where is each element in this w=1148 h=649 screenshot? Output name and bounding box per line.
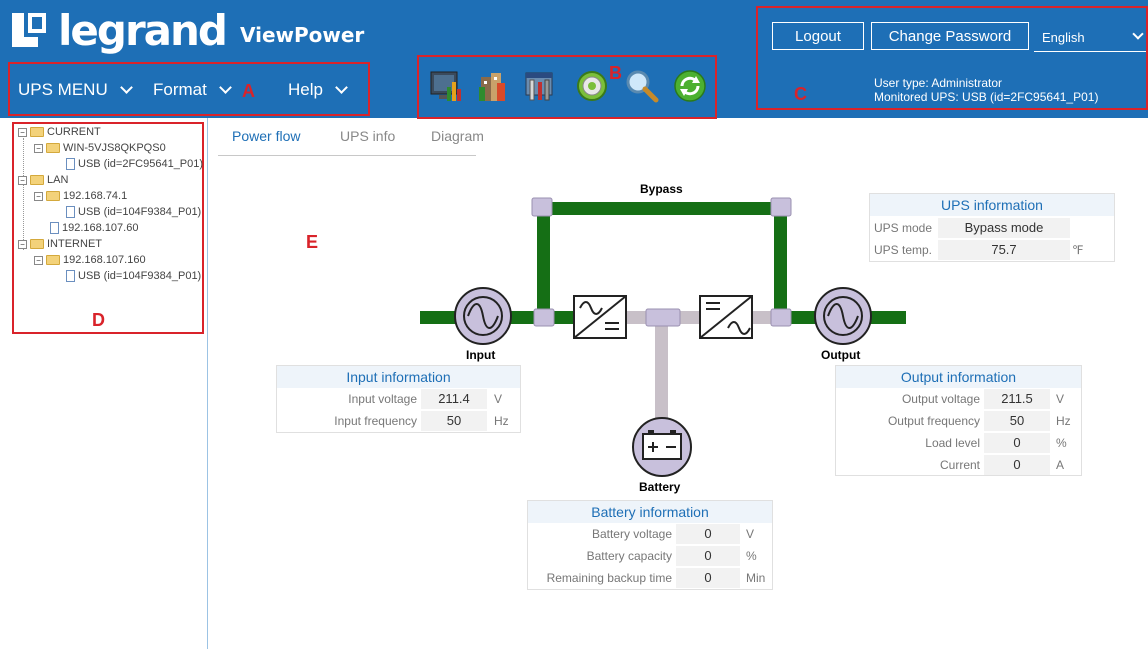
bypass-junction-left (531, 197, 553, 217)
battery-capacity-label: Battery capacity (586, 549, 672, 563)
input-frequency-value: 50 (421, 411, 487, 431)
battery-capacity-value: 0 (676, 546, 740, 566)
inverter-icon (699, 295, 753, 339)
battery-info-title: Battery information (528, 501, 772, 523)
input-junction (533, 308, 555, 327)
backup-time-unit: Min (746, 571, 766, 585)
input-voltage-label: Input voltage (348, 392, 417, 406)
load-level-value: 0 (984, 433, 1050, 453)
output-label: Output (821, 348, 861, 362)
input-voltage-unit: V (494, 392, 503, 406)
battery-voltage-label: Battery voltage (591, 527, 672, 541)
input-label: Input (466, 348, 496, 362)
input-node-icon (454, 287, 512, 345)
load-level-row: Load level 0 % (836, 433, 1083, 453)
backup-time-label: Remaining backup time (546, 571, 672, 585)
current-value: 0 (984, 455, 1050, 475)
output-node-icon (814, 287, 872, 345)
battery-line (655, 320, 668, 420)
battery-voltage-unit: V (746, 527, 755, 541)
input-info-panel: Input information Input voltage 211.4 V … (276, 365, 521, 433)
output-voltage-label: Output voltage (901, 392, 980, 406)
ups-temp-label: UPS temp. (874, 243, 933, 257)
battery-capacity-unit: % (746, 549, 757, 563)
output-voltage-value: 211.5 (984, 389, 1050, 409)
battery-voltage-row: Battery voltage 0 V (528, 524, 774, 544)
output-junction (770, 308, 792, 327)
output-info-panel: Output information Output voltage 211.5 … (835, 365, 1082, 476)
output-frequency-value: 50 (984, 411, 1050, 431)
current-label: Current (939, 458, 980, 472)
output-frequency-label: Output frequency (887, 414, 980, 428)
load-level-unit: % (1056, 436, 1067, 450)
current-row: Current 0 A (836, 455, 1083, 475)
ups-mode-value: Bypass mode (938, 218, 1070, 238)
bypass-label: Bypass (640, 182, 683, 196)
bypass-junction-right (770, 197, 792, 217)
input-voltage-row: Input voltage 211.4 V (277, 389, 522, 409)
ups-mode-label: UPS mode (874, 221, 933, 235)
output-frequency-unit: Hz (1056, 414, 1071, 428)
backup-time-value: 0 (676, 568, 740, 588)
input-frequency-unit: Hz (494, 414, 509, 428)
input-frequency-label: Input frequency (334, 414, 417, 428)
backup-time-row: Remaining backup time 0 Min (528, 568, 774, 588)
input-info-title: Input information (277, 366, 520, 388)
ups-info-title: UPS information (870, 194, 1114, 216)
input-frequency-row: Input frequency 50 Hz (277, 411, 522, 431)
ups-temp-unit: ℉ (1072, 243, 1084, 257)
battery-info-panel: Battery information Battery voltage 0 V … (527, 500, 773, 590)
battery-capacity-row: Battery capacity 0 % (528, 546, 774, 566)
load-level-label: Load level (925, 436, 980, 450)
output-voltage-row: Output voltage 211.5 V (836, 389, 1083, 409)
current-unit: A (1056, 458, 1065, 472)
output-info-title: Output information (836, 366, 1081, 388)
ups-temp-value: 75.7 (938, 240, 1070, 260)
rectifier-icon (573, 295, 627, 339)
output-voltage-unit: V (1056, 392, 1065, 406)
input-voltage-value: 211.4 (421, 389, 487, 409)
battery-node-icon (632, 417, 692, 477)
battery-junction (645, 308, 681, 327)
battery-label: Battery (639, 480, 681, 494)
output-frequency-row: Output frequency 50 Hz (836, 411, 1083, 431)
battery-voltage-value: 0 (676, 524, 740, 544)
bypass-right-riser (774, 202, 787, 317)
bypass-line (537, 202, 780, 215)
bypass-left-riser (537, 202, 550, 317)
ups-info-panel: UPS information UPS mode Bypass mode UPS… (869, 193, 1115, 262)
